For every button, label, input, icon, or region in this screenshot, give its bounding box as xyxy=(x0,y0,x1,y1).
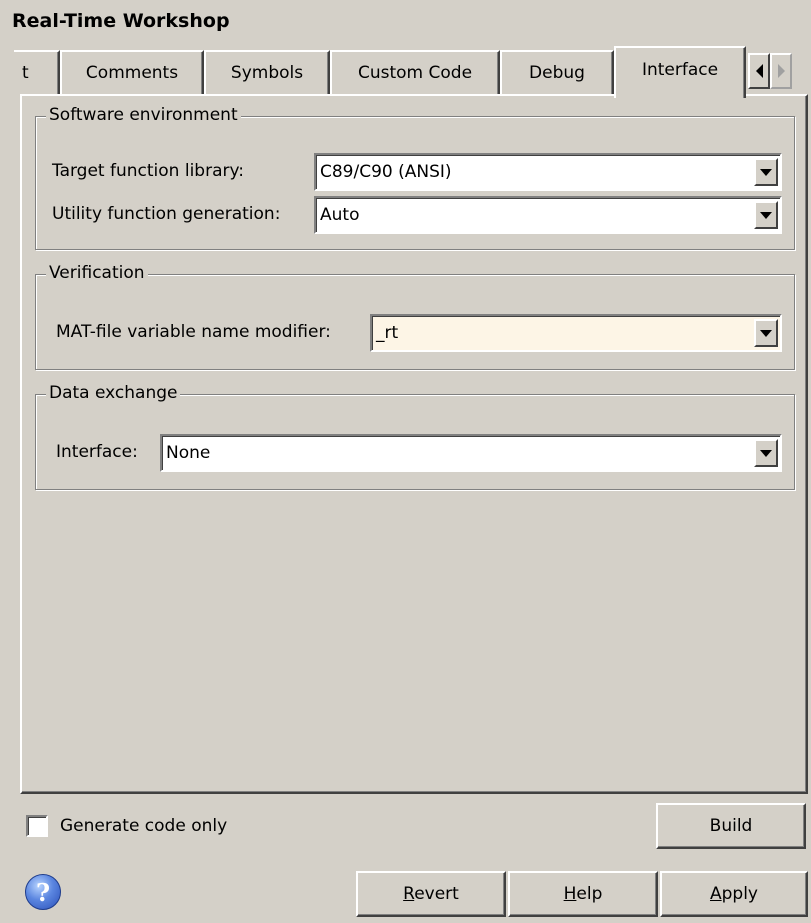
chevron-down-icon xyxy=(760,449,772,457)
tab-partial-label: t xyxy=(22,63,29,83)
apply-rest: pply xyxy=(721,884,758,904)
build-button[interactable]: Build xyxy=(656,803,806,849)
mat-file-modifier-select[interactable]: _rt xyxy=(370,314,782,352)
mat-file-modifier-value: _rt xyxy=(376,323,399,343)
interface-value: None xyxy=(166,443,211,463)
help-button-label: Help xyxy=(564,884,603,904)
help-rest: elp xyxy=(576,884,603,904)
tab-custom-code[interactable]: Custom Code xyxy=(330,50,500,96)
software-environment-group: Software environment Target function lib… xyxy=(35,105,795,250)
software-environment-title: Software environment xyxy=(46,105,241,125)
interface-label: Interface: xyxy=(56,442,138,462)
revert-button-label: Revert xyxy=(403,884,459,904)
tab-interface[interactable]: Interface xyxy=(614,46,746,98)
target-function-library-value: C89/C90 (ANSI) xyxy=(320,162,452,182)
revert-button[interactable]: Revert xyxy=(356,871,506,917)
help-mnemonic: H xyxy=(563,884,577,904)
utility-function-generation-dropdown-button[interactable] xyxy=(754,201,778,229)
revert-mnemonic: R xyxy=(403,884,415,904)
data-exchange-title: Data exchange xyxy=(46,383,181,403)
target-function-library-select[interactable]: C89/C90 (ANSI) xyxy=(314,153,782,191)
tab-comments-label: Comments xyxy=(85,63,179,83)
revert-rest: evert xyxy=(414,884,459,904)
triangle-right-icon xyxy=(777,64,785,78)
tab-interface-label: Interface xyxy=(641,60,719,80)
mat-file-modifier-dropdown-button[interactable] xyxy=(754,319,778,347)
chevron-down-icon xyxy=(760,329,772,337)
tab-debug-label: Debug xyxy=(529,63,585,83)
tab-custom-code-label: Custom Code xyxy=(357,63,473,83)
tab-scroll-left-button[interactable] xyxy=(748,53,770,89)
utility-function-generation-value: Auto xyxy=(320,205,360,225)
tab-symbols-label: Symbols xyxy=(230,63,304,83)
dialog-title: Real-Time Workshop xyxy=(12,10,230,32)
interface-dropdown-button[interactable] xyxy=(754,439,778,467)
generate-code-only-label[interactable]: Generate code only xyxy=(60,816,227,836)
question-mark-icon[interactable]: ? xyxy=(25,874,61,910)
mat-file-modifier-label: MAT-file variable name modifier: xyxy=(56,322,331,342)
tab-comments[interactable]: Comments xyxy=(60,50,204,96)
apply-button-label: Apply xyxy=(710,884,758,904)
chevron-down-icon xyxy=(760,211,772,219)
triangle-left-icon xyxy=(755,64,763,78)
build-button-label: Build xyxy=(709,816,753,836)
apply-button[interactable]: Apply xyxy=(660,871,808,917)
data-exchange-group: Data exchange Interface: None xyxy=(35,383,795,490)
interface-select[interactable]: None xyxy=(160,434,782,472)
help-button[interactable]: Help xyxy=(508,871,658,917)
verification-group: Verification MAT-file variable name modi… xyxy=(35,263,795,370)
verification-title: Verification xyxy=(46,263,148,283)
interface-panel: Software environment Target function lib… xyxy=(20,94,808,794)
utility-function-generation-label: Utility function generation: xyxy=(52,204,281,224)
utility-function-generation-select[interactable]: Auto xyxy=(314,196,782,234)
tab-debug[interactable]: Debug xyxy=(500,50,614,96)
apply-mnemonic: A xyxy=(709,884,722,904)
chevron-down-icon xyxy=(760,168,772,176)
tab-partial[interactable]: t xyxy=(14,50,60,96)
generate-code-only-checkbox[interactable] xyxy=(26,815,48,837)
tab-symbols[interactable]: Symbols xyxy=(204,50,330,96)
target-function-library-dropdown-button[interactable] xyxy=(754,158,778,186)
tab-scroll-right-button[interactable] xyxy=(770,53,792,89)
target-function-library-label: Target function library: xyxy=(52,161,245,181)
